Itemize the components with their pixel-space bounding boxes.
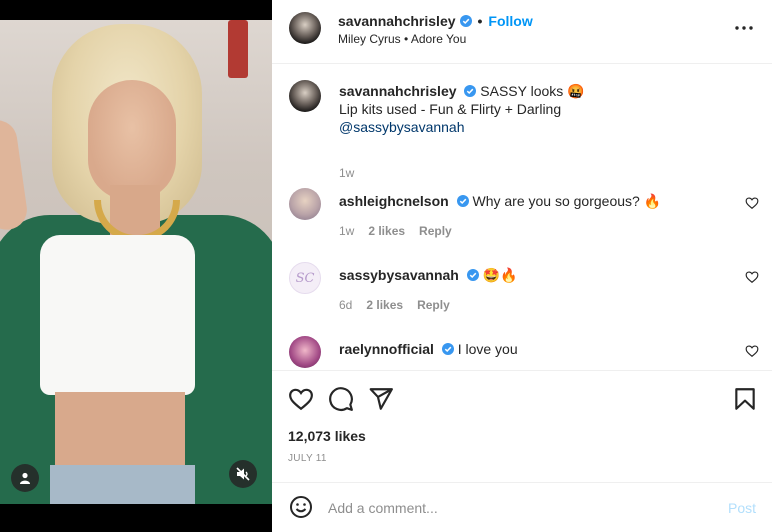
post-comment-button[interactable]: Post — [728, 500, 756, 516]
audio-track-link[interactable]: Miley Cyrus • Adore You — [338, 32, 466, 46]
share-icon[interactable] — [368, 386, 394, 412]
comment-text-row: raelynnofficial I love you — [339, 340, 518, 358]
comment-meta: 1w 2 likes Reply — [339, 224, 452, 238]
commenter-avatar[interactable]: SC — [289, 262, 321, 294]
follow-button[interactable]: Follow — [488, 13, 532, 29]
emoji-icon[interactable] — [289, 495, 313, 519]
commenter-username[interactable]: sassybysavannah — [339, 267, 459, 283]
commenter-username[interactable]: ashleighcnelson — [339, 193, 449, 209]
comment-icon[interactable] — [328, 386, 354, 412]
video-subject-hand — [0, 117, 30, 233]
comment-body: I love you — [457, 341, 518, 357]
tagged-people-button[interactable] — [11, 464, 39, 492]
post-header: savannahchrisley • Follow Miley Cyrus • … — [272, 0, 772, 64]
caption-line-1: SASSY looks 🤬 — [480, 83, 585, 99]
verified-badge-icon — [464, 85, 477, 97]
caption-mention-link[interactable]: @sassybysavannah — [339, 119, 465, 135]
comment-meta: 6d 2 likes Reply — [339, 298, 450, 312]
likes-count[interactable]: 12,073 likes — [288, 428, 366, 444]
comment-input[interactable] — [328, 496, 708, 520]
author-avatar[interactable] — [289, 12, 321, 44]
comment-item: SC sassybysavannah 🤩🔥 6d 2 likes Reply — [289, 262, 759, 322]
comment-likes[interactable]: 2 likes — [366, 298, 403, 312]
comment-item: ashleighcnelson Why are you so gorgeous?… — [289, 188, 759, 248]
verified-badge-icon — [456, 195, 469, 207]
add-comment-bar: Post — [272, 482, 772, 532]
mute-button[interactable] — [229, 460, 257, 488]
heart-icon[interactable] — [745, 196, 759, 210]
comment-likes[interactable]: 2 likes — [368, 224, 405, 238]
verified-badge-icon — [466, 269, 479, 281]
more-icon — [735, 26, 753, 30]
heart-icon[interactable] — [745, 344, 759, 358]
bookmark-icon[interactable] — [732, 386, 758, 412]
post-actions-bar — [272, 370, 772, 426]
post-video[interactable] — [0, 0, 272, 532]
caption-timestamp[interactable]: 1w — [339, 166, 354, 180]
author-username[interactable]: savannahchrisley — [338, 13, 456, 29]
verified-badge-icon — [441, 343, 454, 355]
reply-button[interactable]: Reply — [417, 298, 450, 312]
comment-timestamp[interactable]: 1w — [339, 224, 354, 238]
comment-body: 🤩🔥 — [482, 267, 518, 283]
avatar-initials: SC — [295, 270, 315, 286]
commenter-username[interactable]: raelynnofficial — [339, 341, 434, 357]
caption-username[interactable]: savannahchrisley — [339, 83, 457, 99]
verified-badge-icon — [459, 15, 472, 27]
author-row: savannahchrisley • Follow — [338, 13, 533, 29]
post-details-panel: savannahchrisley • Follow Miley Cyrus • … — [272, 0, 772, 532]
video-frame — [0, 20, 272, 504]
video-subject-top — [40, 235, 195, 395]
heart-icon[interactable] — [745, 270, 759, 284]
reply-button[interactable]: Reply — [419, 224, 452, 238]
more-options-button[interactable] — [734, 18, 754, 38]
video-background-object — [228, 20, 248, 78]
caption-line-2: Lip kits used - Fun & Flirty + Darling — [339, 101, 562, 117]
commenter-avatar[interactable] — [289, 188, 321, 220]
comment-text-row: ashleighcnelson Why are you so gorgeous?… — [339, 192, 661, 210]
mute-icon — [236, 467, 250, 481]
post-date[interactable]: JULY 11 — [288, 453, 327, 464]
video-subject-jeans — [50, 465, 195, 504]
comment-body: Why are you so gorgeous? 🔥 — [472, 193, 662, 209]
heart-icon[interactable] — [288, 386, 314, 412]
caption-text: savannahchrisley SASSY looks 🤬 Lip kits … — [339, 82, 749, 136]
commenter-avatar[interactable] — [289, 336, 321, 368]
comment-timestamp[interactable]: 6d — [339, 298, 352, 312]
video-subject-face — [88, 80, 176, 200]
comment-item: raelynnofficial I love you — [289, 336, 759, 369]
video-subject-midriff — [55, 392, 185, 472]
tag-person-icon — [20, 472, 30, 484]
caption-avatar[interactable] — [289, 80, 321, 112]
comments-list[interactable]: savannahchrisley SASSY looks 🤬 Lip kits … — [272, 64, 772, 369]
comment-text-row: sassybysavannah 🤩🔥 — [339, 266, 518, 284]
separator-dot: • — [477, 13, 483, 29]
